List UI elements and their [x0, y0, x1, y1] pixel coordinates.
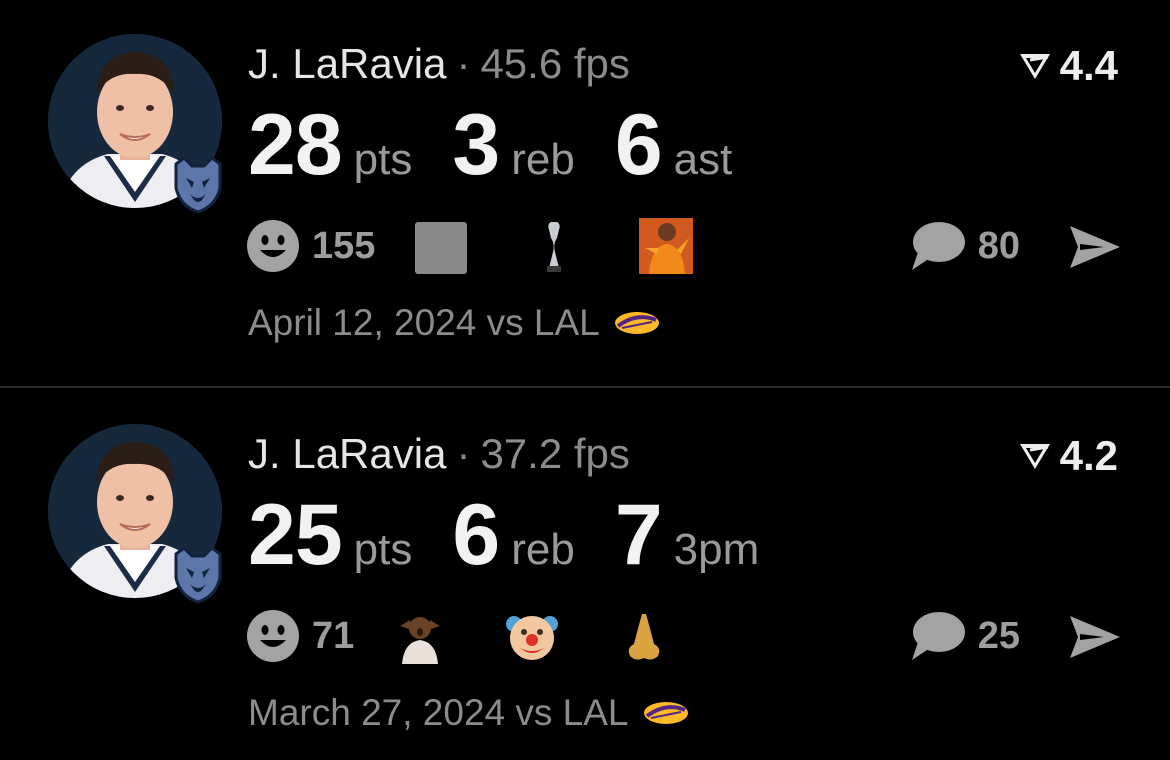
trophy-emoji-icon[interactable] [525, 218, 581, 274]
rating-value: 4.2 [1059, 432, 1118, 479]
stat-value: 25 [248, 487, 343, 583]
opponent[interactable]: vs LAL [487, 302, 600, 344]
opponent[interactable]: vs LAL [515, 692, 628, 734]
comment-count: 80 [977, 224, 1020, 267]
rating-logo-icon [1019, 444, 1050, 469]
separator-dot: · [456, 40, 471, 87]
stat-unit: reb [511, 525, 575, 574]
post-header: J. LaRavia · 45.6 fps [248, 40, 630, 88]
add-reaction-smiley-icon[interactable] [246, 609, 300, 663]
stat-unit: pts [353, 525, 413, 574]
game-post-card[interactable]: J. LaRavia · 37.2 fps 4.2 25 pts 6 reb 7 3pm … [0, 390, 1170, 760]
grizzlies-logo-icon [166, 152, 230, 216]
player-name[interactable]: J. LaRavia [248, 430, 446, 477]
fps-value: 45.6 fps [480, 40, 630, 87]
game-info: March 27, 2024 vs LAL [248, 692, 691, 734]
reaction-count: 71 [312, 614, 355, 657]
game-post-card[interactable]: J. LaRavia · 45.6 fps 4.4 28 pts 3 reb 6 ast … [0, 0, 1170, 380]
comments-button[interactable]: 80 [908, 220, 1020, 272]
rating[interactable]: 4.2 [1018, 432, 1118, 480]
add-reaction-smiley-icon[interactable] [246, 219, 300, 273]
stat-value: 6 [614, 97, 663, 193]
rating[interactable]: 4.4 [1018, 42, 1118, 90]
send-arrow-icon [1070, 226, 1120, 268]
reaction-count: 155 [312, 224, 376, 267]
post-header: J. LaRavia · 37.2 fps [248, 430, 630, 478]
comments-button[interactable]: 25 [908, 610, 1020, 662]
reactions-row: 71 [246, 608, 728, 664]
stat-unit: reb [511, 135, 575, 184]
stat-line: 28 pts 3 reb 6 ast [248, 96, 772, 195]
stat-value: 7 [614, 487, 663, 583]
separator-dot: · [456, 430, 471, 477]
stat-value: 28 [248, 97, 343, 193]
send-arrow-icon [1070, 616, 1120, 658]
comment-bubble-icon [911, 612, 965, 660]
stat-value: 3 [452, 97, 500, 193]
stat-value: 6 [452, 487, 500, 583]
share-button[interactable] [1066, 222, 1124, 272]
comment-count: 25 [977, 614, 1020, 657]
post-divider [0, 386, 1170, 388]
nose-emoji-icon[interactable] [616, 608, 672, 664]
stat-unit: pts [353, 135, 413, 184]
game-date: April 12, 2024 [248, 302, 477, 343]
comment-bubble-icon [911, 222, 965, 270]
game-date: March 27, 2024 [248, 692, 506, 733]
lakers-logo-icon [614, 312, 659, 334]
dancing-man-emoji-icon[interactable] [637, 218, 694, 274]
rating-logo-icon [1019, 54, 1050, 79]
player-name[interactable]: J. LaRavia [248, 40, 446, 87]
clown-face-emoji-icon[interactable] [504, 608, 560, 664]
rating-value: 4.4 [1059, 42, 1118, 89]
game-info: April 12, 2024 vs LAL [248, 302, 662, 344]
stat-unit: ast [673, 135, 733, 184]
share-button[interactable] [1066, 612, 1124, 662]
gray-square-emoji-icon[interactable] [413, 218, 469, 274]
reactions-row: 155 [246, 218, 749, 274]
shocked-man-emoji-icon[interactable] [392, 608, 448, 664]
stat-unit: 3pm [673, 525, 760, 574]
grizzlies-logo-icon [166, 542, 230, 606]
fps-value: 37.2 fps [480, 430, 630, 477]
lakers-logo-icon [643, 702, 688, 724]
stat-line: 25 pts 6 reb 7 3pm [248, 486, 799, 585]
